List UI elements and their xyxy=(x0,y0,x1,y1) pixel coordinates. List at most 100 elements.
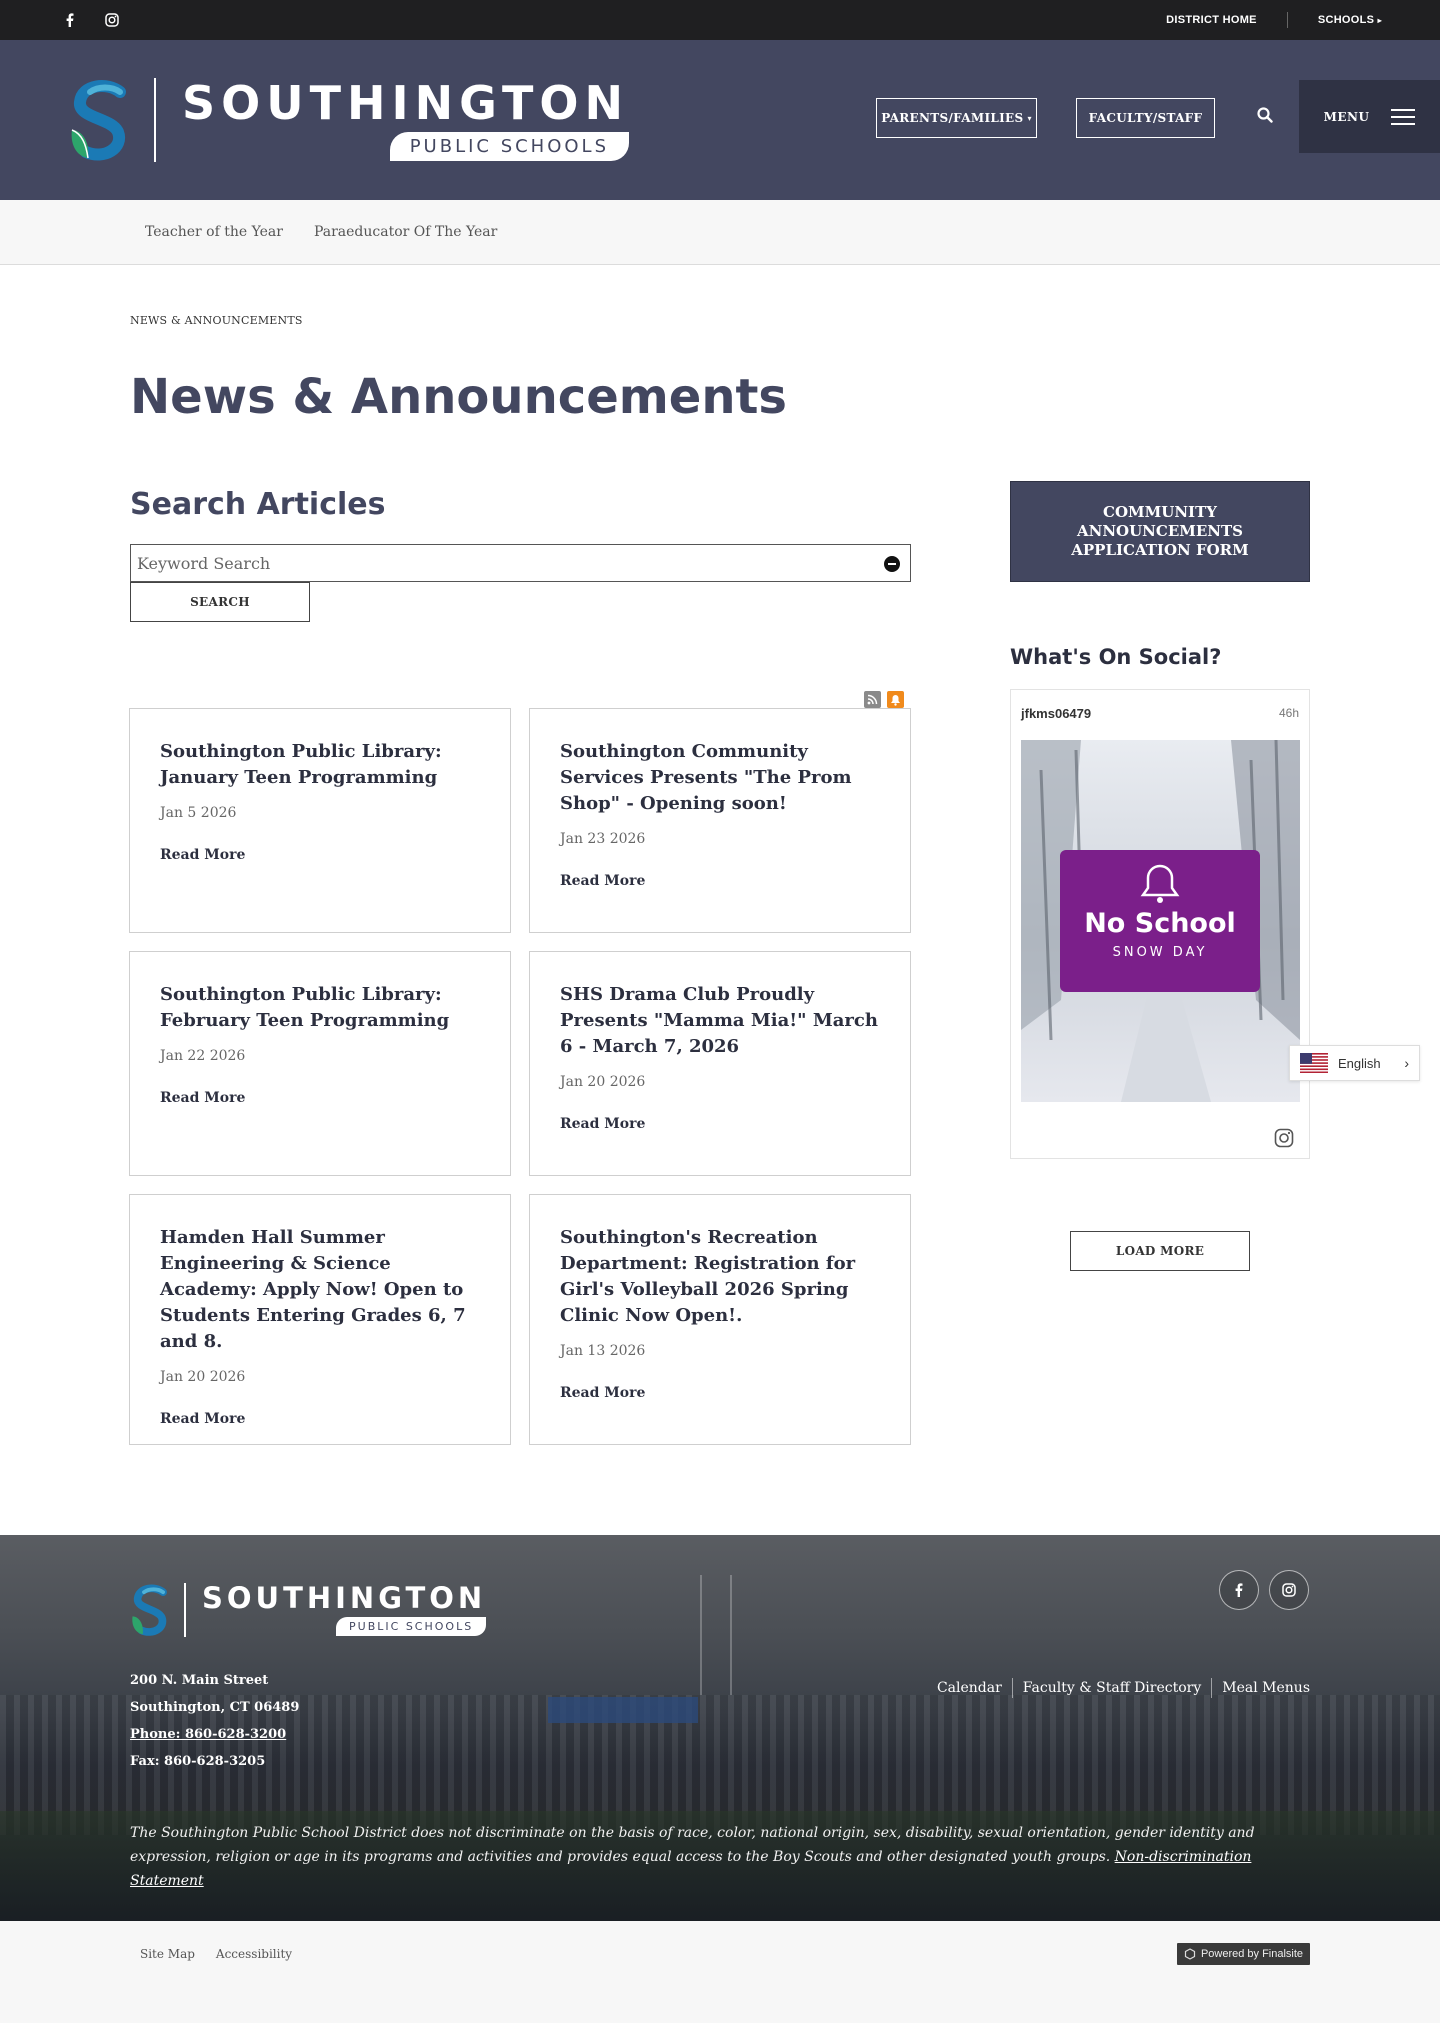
footer-link-staff-directory[interactable]: Faculty & Staff Directory xyxy=(1023,1680,1201,1696)
bottom-bar: Site Map Accessibility Powered by Finals… xyxy=(0,1921,1440,2023)
footer-logo-subtitle: PUBLIC SCHOOLS xyxy=(336,1617,487,1636)
top-social-links xyxy=(62,12,120,28)
powered-by-finalsite-badge[interactable]: Powered by Finalsite xyxy=(1177,1943,1310,1965)
read-more-link[interactable]: Read More xyxy=(160,1411,480,1427)
site-logo[interactable]: SOUTHINGTON PUBLIC SCHOOLS xyxy=(68,78,630,162)
article-card[interactable]: Southington Community Services Presents … xyxy=(529,708,911,933)
article-date: Jan 13 2026 xyxy=(560,1343,646,1359)
footer-logo-title: SOUTHINGTON xyxy=(202,1581,487,1615)
post-username[interactable]: jfkms06479 xyxy=(1021,706,1091,721)
southington-s-logo-icon xyxy=(71,80,126,161)
logo-divider xyxy=(184,1583,186,1637)
nondiscrimination-text: The Southington Public School District d… xyxy=(130,1825,1255,1865)
schools-dropdown[interactable]: SCHOOLS ▸ xyxy=(1318,14,1382,26)
logo-subtitle: PUBLIC SCHOOLS xyxy=(389,131,630,161)
faculty-staff-label: FACULTY/STAFF xyxy=(1088,111,1203,125)
site-header: SOUTHINGTON PUBLIC SCHOOLS PARENTS/FAMIL… xyxy=(0,40,1440,200)
social-feed-heading: What's On Social? xyxy=(1010,645,1222,669)
footer-background-scoreboard xyxy=(548,1697,698,1723)
footer-link-divider xyxy=(1211,1678,1213,1698)
fax-number: Fax: 860-628-3205 xyxy=(130,1754,266,1769)
article-date: Jan 5 2026 xyxy=(160,805,237,821)
address-line-2: Southington, CT 06489 xyxy=(130,1700,300,1715)
facebook-icon[interactable] xyxy=(62,12,78,28)
read-more-link[interactable]: Read More xyxy=(560,1116,880,1132)
notification-bell-icon[interactable] xyxy=(887,691,904,708)
district-home-link[interactable]: DISTRICT HOME xyxy=(1166,14,1257,26)
clear-search-icon[interactable] xyxy=(884,556,900,572)
finalsite-icon xyxy=(1184,1948,1196,1960)
schools-label: SCHOOLS xyxy=(1317,14,1375,26)
utility-links: DISTRICT HOME SCHOOLS ▸ xyxy=(1166,12,1382,28)
load-more-button[interactable]: LOAD MORE xyxy=(1070,1231,1250,1271)
rss-icon[interactable] xyxy=(864,691,881,708)
article-title[interactable]: Southington's Recreation Department: Reg… xyxy=(560,1225,880,1329)
read-more-link[interactable]: Read More xyxy=(160,847,480,863)
southington-s-logo-icon xyxy=(132,1584,167,1636)
article-title[interactable]: SHS Drama Club Proudly Presents "Mamma M… xyxy=(560,982,880,1060)
subnav-item-teacher-of-the-year[interactable]: Teacher of the Year xyxy=(145,224,283,240)
logo-wordmark: SOUTHINGTON PUBLIC SCHOOLS xyxy=(182,80,630,161)
subnav-item-paraeducator-of-the-year[interactable]: Paraeducator Of The Year xyxy=(314,224,497,240)
instagram-icon[interactable] xyxy=(1269,1570,1309,1610)
article-title[interactable]: Southington Public Library: January Teen… xyxy=(160,739,480,791)
post-image-headline: No School xyxy=(1084,908,1236,939)
footer-logo[interactable]: SOUTHINGTON PUBLIC SCHOOLS xyxy=(130,1581,487,1637)
article-card[interactable]: Southington Public Library: January Teen… xyxy=(129,708,511,933)
instagram-icon[interactable] xyxy=(104,12,120,28)
article-title[interactable]: Southington Community Services Presents … xyxy=(560,739,880,817)
footer-link-calendar[interactable]: Calendar xyxy=(937,1680,1002,1696)
footer-link-divider xyxy=(1011,1678,1013,1698)
site-footer: SOUTHINGTON PUBLIC SCHOOLS 200 N. Main S… xyxy=(0,1535,1440,1921)
article-card[interactable]: Southington Public Library: February Tee… xyxy=(129,951,511,1176)
post-image[interactable]: No School SNOW DAY xyxy=(1021,740,1300,1102)
instagram-icon[interactable] xyxy=(1274,1128,1294,1148)
site-map-link[interactable]: Site Map xyxy=(140,1947,195,1961)
community-announcements-form-button[interactable]: COMMUNITY ANNOUNCEMENTS APPLICATION FORM xyxy=(1010,481,1310,582)
article-date: Jan 22 2026 xyxy=(160,1048,246,1064)
footer-logo-wordmark: SOUTHINGTON PUBLIC SCHOOLS xyxy=(202,1581,487,1636)
address-line-1: 200 N. Main Street xyxy=(130,1673,269,1688)
bottom-links: Site Map Accessibility xyxy=(140,1947,292,1961)
hamburger-icon xyxy=(1391,108,1416,125)
language-label: English xyxy=(1338,1055,1381,1071)
footer-background-light-pole xyxy=(730,1575,732,1695)
parents-families-button[interactable]: PARENTS/FAMILIES ▾ xyxy=(876,98,1037,138)
article-date: Jan 20 2026 xyxy=(160,1369,246,1385)
language-selector[interactable]: English › xyxy=(1289,1045,1420,1081)
caret-down-icon: ▾ xyxy=(1027,113,1032,123)
footer-address: 200 N. Main Street Southington, CT 06489… xyxy=(130,1667,299,1775)
post-age: 46h xyxy=(1278,706,1299,720)
menu-button[interactable]: MENU xyxy=(1299,80,1440,153)
search-button[interactable]: SEARCH xyxy=(130,582,310,622)
footer-quick-links: Calendar Faculty & Staff Directory Meal … xyxy=(937,1678,1310,1698)
accessibility-link[interactable]: Accessibility xyxy=(216,1947,292,1961)
social-post-card[interactable]: jfkms06479 46h No School SNOW DAY xyxy=(1010,689,1310,1159)
article-title[interactable]: Hamden Hall Summer Engineering & Science… xyxy=(160,1225,480,1355)
read-more-link[interactable]: Read More xyxy=(560,1385,880,1401)
page-title: News & Announcements xyxy=(130,369,787,425)
keyword-search-input[interactable] xyxy=(130,544,911,582)
menu-label: MENU xyxy=(1323,109,1370,124)
article-title[interactable]: Southington Public Library: February Tee… xyxy=(160,982,480,1034)
read-more-link[interactable]: Read More xyxy=(560,873,880,889)
footer-link-meal-menus[interactable]: Meal Menus xyxy=(1222,1680,1310,1696)
phone-link[interactable]: Phone: 860-628-3200 xyxy=(130,1721,299,1748)
article-date: Jan 23 2026 xyxy=(560,831,646,847)
us-flag-icon xyxy=(1300,1053,1328,1073)
read-more-link[interactable]: Read More xyxy=(160,1090,480,1106)
footer-background-light-pole xyxy=(700,1575,702,1695)
search-articles-heading: Search Articles xyxy=(130,487,386,522)
article-card[interactable]: Hamden Hall Summer Engineering & Science… xyxy=(129,1194,511,1445)
footer-social-links xyxy=(1219,1570,1309,1610)
search-icon[interactable] xyxy=(1256,106,1274,124)
faculty-staff-button[interactable]: FACULTY/STAFF xyxy=(1076,98,1215,138)
nondiscrimination-notice: The Southington Public School District d… xyxy=(130,1821,1280,1893)
article-card[interactable]: Southington's Recreation Department: Reg… xyxy=(529,1194,911,1445)
breadcrumb[interactable]: NEWS & ANNOUNCEMENTS xyxy=(130,314,303,327)
feed-icons xyxy=(864,691,904,708)
facebook-icon[interactable] xyxy=(1219,1570,1259,1610)
utility-bar: DISTRICT HOME SCHOOLS ▸ xyxy=(0,0,1440,40)
article-card[interactable]: SHS Drama Club Proudly Presents "Mamma M… xyxy=(529,951,911,1176)
chevron-right-icon: › xyxy=(1404,1055,1409,1071)
